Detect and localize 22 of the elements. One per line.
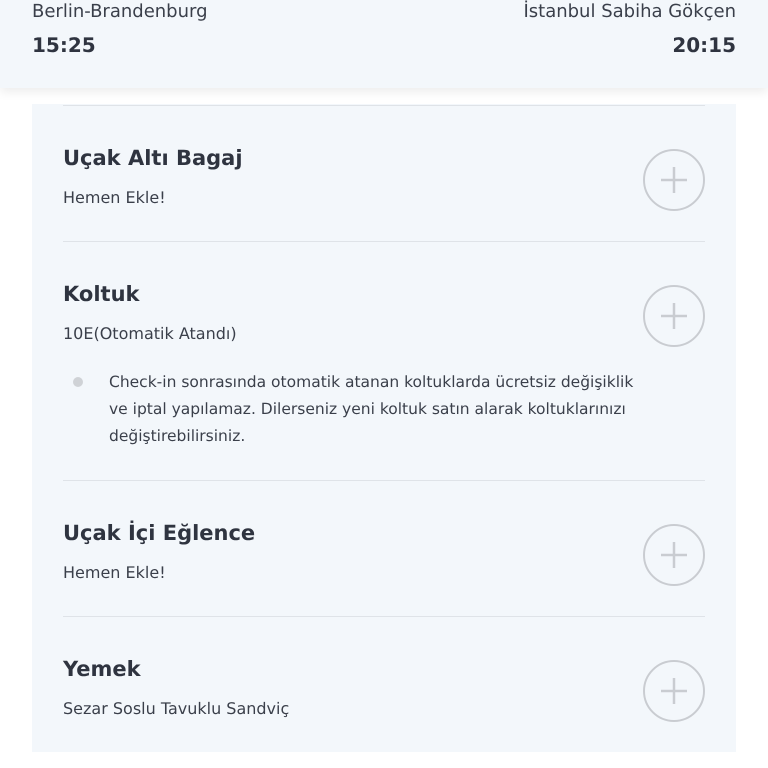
arrival-time: 20:15	[672, 33, 736, 57]
service-title: Uçak İçi Eğlence	[63, 521, 256, 545]
add-button[interactable]	[643, 660, 705, 722]
bullet-dot	[73, 377, 83, 387]
add-button[interactable]	[643, 524, 705, 586]
service-note: Check-in sonrasında otomatik atanan koltuklarda ücretsiz değişiklik ve iptal yapılamaz. Dilerseniz yeni koltuk satın alarak koltuklarınızı değiştirebilirsiniz.	[109, 372, 634, 447]
service-subtitle: 10E(Otomatik Atandı)	[63, 324, 237, 343]
service-title: Yemek	[63, 657, 142, 681]
plus-icon	[659, 165, 689, 195]
service-subtitle: Hemen Ekle!	[63, 188, 167, 207]
service-subtitle: Sezar Soslu Tavuklu Sandviç	[63, 699, 290, 718]
plus-icon	[659, 301, 689, 331]
service-subtitle: Hemen Ekle!	[63, 563, 167, 582]
arrival-airport: İstanbul Sabiha Gökçen	[523, 1, 736, 23]
departure-airport: Berlin-Brandenburg	[32, 1, 208, 23]
plus-icon	[659, 540, 689, 570]
plus-icon	[659, 676, 689, 706]
add-button[interactable]	[643, 285, 705, 347]
departure-time: 15:25	[32, 33, 96, 57]
service-title: Uçak Altı Bagaj	[63, 146, 243, 170]
service-title: Koltuk	[63, 282, 141, 306]
add-button[interactable]	[643, 149, 705, 211]
